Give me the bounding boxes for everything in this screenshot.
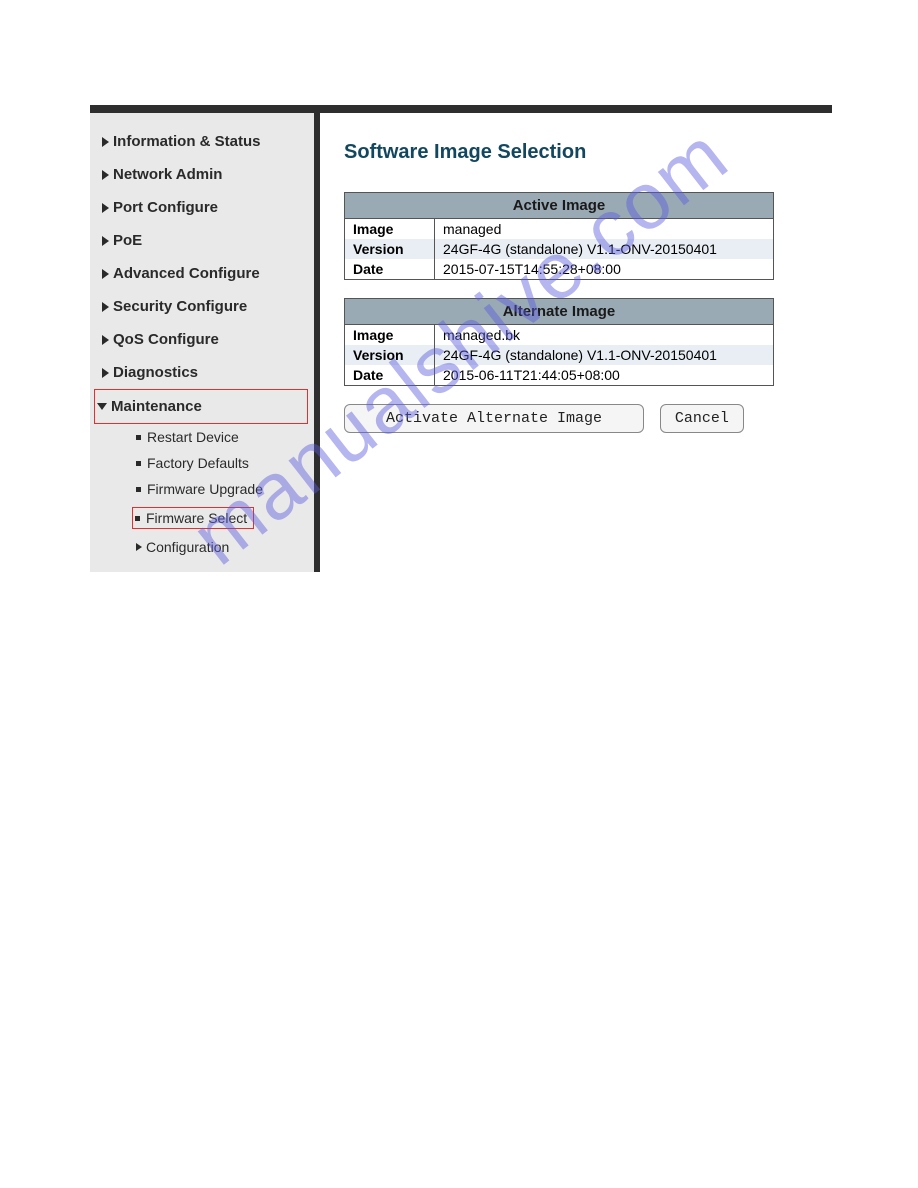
nav-network-admin[interactable]: Network Admin	[100, 158, 308, 191]
bullet-icon	[136, 461, 141, 466]
chevron-right-icon	[102, 170, 109, 180]
table-row: Image managed	[345, 219, 774, 240]
table-row: Version 24GF-4G (standalone) V1.1-ONV-20…	[345, 345, 774, 365]
chevron-down-icon	[97, 403, 107, 410]
bullet-icon	[136, 487, 141, 492]
nav-security-configure[interactable]: Security Configure	[100, 290, 308, 323]
subnav-label: Factory Defaults	[147, 455, 249, 471]
nav-poe[interactable]: PoE	[100, 224, 308, 257]
nav-label: Information & Status	[113, 133, 261, 150]
nav-diagnostics[interactable]: Diagnostics	[100, 356, 308, 389]
subnav-factory-defaults[interactable]: Factory Defaults	[136, 450, 308, 476]
cell-value: 2015-07-15T14:55:28+08:00	[435, 259, 774, 280]
nav-maintenance[interactable]: Maintenance	[94, 389, 308, 424]
sidebar: Information & Status Network Admin Port …	[90, 113, 320, 572]
cell-label: Date	[345, 365, 435, 386]
cell-value: 24GF-4G (standalone) V1.1-ONV-20150401	[435, 345, 774, 365]
maintenance-submenu: Restart Device Factory Defaults Firmware…	[100, 424, 308, 560]
cell-label: Image	[345, 325, 435, 346]
chevron-right-icon	[102, 368, 109, 378]
chevron-right-icon	[102, 203, 109, 213]
chevron-right-icon	[102, 269, 109, 279]
cell-value: managed.bk	[435, 325, 774, 346]
active-image-table: Active Image Image managed Version 24GF-…	[344, 192, 774, 280]
alternate-image-table: Alternate Image Image managed.bk Version…	[344, 298, 774, 386]
nav-label: Network Admin	[113, 166, 222, 183]
nav-information-status[interactable]: Information & Status	[100, 125, 308, 158]
top-bar	[90, 105, 832, 113]
nav-advanced-configure[interactable]: Advanced Configure	[100, 257, 308, 290]
activate-alternate-image-button[interactable]: Activate Alternate Image	[344, 404, 644, 433]
chevron-right-icon	[102, 236, 109, 246]
cell-value: managed	[435, 219, 774, 240]
cell-label: Version	[345, 345, 435, 365]
cell-label: Date	[345, 259, 435, 280]
cell-label: Image	[345, 219, 435, 240]
subnav-firmware-upgrade[interactable]: Firmware Upgrade	[136, 476, 308, 502]
nav-label: Port Configure	[113, 199, 218, 216]
table-row: Date 2015-06-11T21:44:05+08:00	[345, 365, 774, 386]
chevron-right-icon	[102, 137, 109, 147]
table-row: Image managed.bk	[345, 325, 774, 346]
subnav-label: Firmware Upgrade	[147, 481, 263, 497]
main-content: Software Image Selection Active Image Im…	[320, 113, 832, 572]
nav-label: Advanced Configure	[113, 265, 260, 282]
table-row: Date 2015-07-15T14:55:28+08:00	[345, 259, 774, 280]
subnav-restart-device[interactable]: Restart Device	[136, 424, 308, 450]
nav-qos-configure[interactable]: QoS Configure	[100, 323, 308, 356]
table-header: Alternate Image	[345, 299, 774, 325]
cell-value: 2015-06-11T21:44:05+08:00	[435, 365, 774, 386]
chevron-right-icon	[136, 543, 142, 551]
subnav-label: Firmware Select	[146, 510, 247, 526]
cell-value: 24GF-4G (standalone) V1.1-ONV-20150401	[435, 239, 774, 259]
button-row: Activate Alternate Image Cancel	[344, 404, 832, 433]
table-header: Active Image	[345, 193, 774, 219]
subnav-label: Restart Device	[147, 429, 239, 445]
cancel-button[interactable]: Cancel	[660, 404, 744, 433]
nav-label: QoS Configure	[113, 331, 219, 348]
table-row: Version 24GF-4G (standalone) V1.1-ONV-20…	[345, 239, 774, 259]
nav-label: PoE	[113, 232, 142, 249]
nav-label: Maintenance	[111, 398, 202, 415]
chevron-right-icon	[102, 302, 109, 312]
bullet-icon	[136, 435, 141, 440]
nav-label: Security Configure	[113, 298, 247, 315]
page-title: Software Image Selection	[344, 141, 832, 164]
bullet-icon	[135, 516, 140, 521]
subnav-firmware-select[interactable]: Firmware Select	[136, 502, 308, 534]
chevron-right-icon	[102, 335, 109, 345]
cell-label: Version	[345, 239, 435, 259]
nav-port-configure[interactable]: Port Configure	[100, 191, 308, 224]
nav-label: Diagnostics	[113, 364, 198, 381]
subnav-label: Configuration	[146, 539, 229, 555]
subnav-configuration[interactable]: Configuration	[136, 534, 308, 560]
